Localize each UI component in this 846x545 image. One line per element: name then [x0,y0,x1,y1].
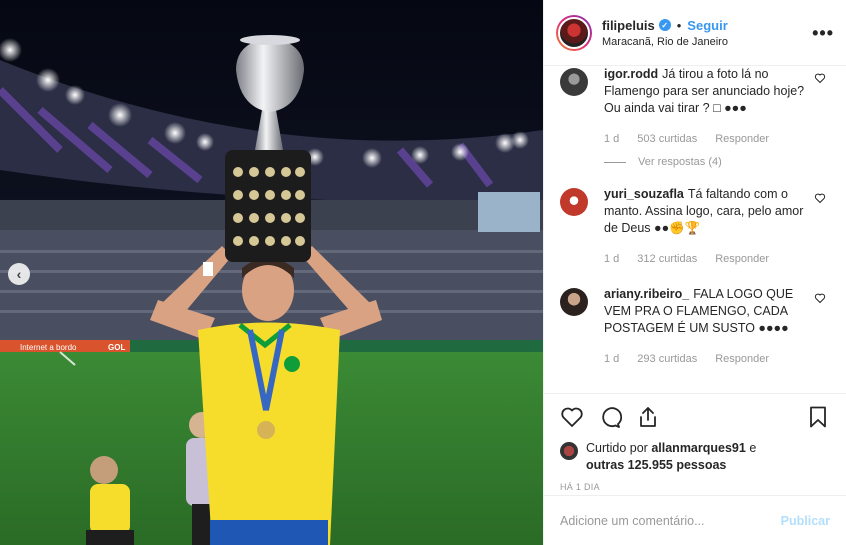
reply-button[interactable]: Responder [715,251,769,268]
instagram-post: Internet a bordo GOL ‹ filipeluis ✓ • Se… [0,0,846,545]
post-sidebar: filipeluis ✓ • Seguir Maracanã, Rio de J… [543,0,846,545]
comment-likes[interactable]: 503 curtidas [637,131,697,148]
more-options-icon[interactable]: ••• [812,24,834,42]
comment-time[interactable]: 1 d [604,131,619,148]
liked-by-avatar[interactable] [560,442,578,460]
reply-button[interactable]: Responder [715,131,769,148]
comment: ariany.ribeiro_ FALA LOGO QUE VEM PRA O F… [560,286,830,368]
view-replies-label: Ver respostas (4) [638,156,722,168]
comment-avatar[interactable] [560,288,588,316]
comment: yuri_souzafla Tá faltando com o manto. As… [560,186,830,268]
comment-likes[interactable]: 293 curtidas [637,351,697,368]
add-comment-bar: Publicar [544,495,846,545]
ad-board-logo: GOL [108,343,125,352]
ad-board-text: Internet a bordo [20,343,77,352]
location-link[interactable]: Maracanã, Rio de Janeiro [602,36,812,48]
comment: igor.rodd Já tirou a foto lá no Flamengo … [560,66,830,148]
heart-icon[interactable] [814,192,830,268]
liked-by-user-link[interactable]: allanmarques91 [651,441,746,455]
liked-by-prefix: Curtido por [586,441,648,455]
follow-button[interactable]: Seguir [687,18,727,33]
comment-time[interactable]: 1 d [604,251,619,268]
stadium-scene: Internet a bordo GOL [0,0,543,545]
comment-avatar[interactable] [560,188,588,216]
carousel-prev-button[interactable]: ‹ [8,263,30,285]
comment-avatar[interactable] [560,68,588,96]
comment-username[interactable]: ariany.ribeiro_ [604,287,689,301]
bookmark-icon[interactable] [806,405,830,429]
comment-input[interactable] [560,513,781,528]
avatar[interactable] [556,14,592,51]
comment-time[interactable]: 1 d [604,351,619,368]
comment-bubble-icon[interactable] [598,405,622,429]
heart-icon[interactable] [814,72,830,148]
username-link[interactable]: filipeluis [602,18,655,33]
liked-by: Curtido por allanmarques91 e outras 125.… [560,440,830,474]
post-header: filipeluis ✓ • Seguir Maracanã, Rio de J… [544,0,846,66]
publish-button[interactable]: Publicar [781,514,830,528]
view-replies-button[interactable]: Ver respostas (4) [604,156,830,168]
comment-username[interactable]: igor.rodd [604,67,658,81]
liked-by-middle: e [749,441,757,455]
share-icon[interactable] [636,405,660,429]
post-photo[interactable]: Internet a bordo GOL ‹ [0,0,543,545]
heart-icon[interactable] [814,292,830,368]
post-date[interactable]: HÁ 1 DIA [560,482,830,492]
reply-button[interactable]: Responder [715,351,769,368]
post-actions: Curtido por allanmarques91 e outras 125.… [544,393,846,545]
verified-badge-icon: ✓ [658,19,671,31]
liked-by-others-link[interactable]: outras 125.955 pessoas [586,458,726,472]
comment-username[interactable]: yuri_souzafla [604,187,684,201]
comment-likes[interactable]: 312 curtidas [637,251,697,268]
like-heart-icon[interactable] [560,405,584,429]
comments-list: igor.rodd Já tirou a foto lá no Flamengo … [544,66,846,393]
separator: • [676,17,682,33]
